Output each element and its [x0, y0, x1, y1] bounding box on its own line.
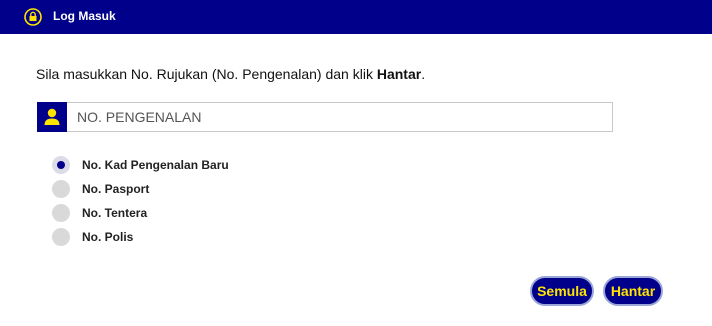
id-type-radio-group: No. Kad Pengenalan Baru No. Pasport No. …	[52, 153, 229, 249]
id-field-group	[37, 102, 613, 132]
radio-option-pasport[interactable]: No. Pasport	[52, 177, 229, 201]
header-bar: Log Masuk	[0, 0, 712, 34]
user-icon	[44, 108, 60, 125]
submit-button[interactable]: Hantar	[603, 276, 663, 306]
radio-label: No. Kad Pengenalan Baru	[82, 158, 229, 172]
radio-button[interactable]	[52, 204, 70, 222]
header-title: Log Masuk	[53, 9, 116, 23]
radio-label: No. Tentera	[82, 206, 148, 220]
radio-option-tentera[interactable]: No. Tentera	[52, 201, 229, 225]
radio-button[interactable]	[52, 180, 70, 198]
instruction-bold: Hantar	[376, 66, 422, 82]
id-number-input[interactable]	[67, 102, 613, 132]
reset-button[interactable]: Semula	[530, 276, 594, 306]
radio-label: No. Pasport	[82, 182, 150, 196]
radio-option-kad-pengenalan-baru[interactable]: No. Kad Pengenalan Baru	[52, 153, 229, 177]
lock-icon	[24, 8, 42, 26]
radio-label: No. Polis	[82, 230, 134, 244]
radio-option-polis[interactable]: No. Polis	[52, 225, 229, 249]
user-icon-box	[37, 102, 67, 132]
radio-button-selected[interactable]	[52, 156, 70, 174]
instruction-text: Sila masukkan No. Rujukan (No. Pengenala…	[36, 66, 426, 82]
radio-button[interactable]	[52, 228, 70, 246]
